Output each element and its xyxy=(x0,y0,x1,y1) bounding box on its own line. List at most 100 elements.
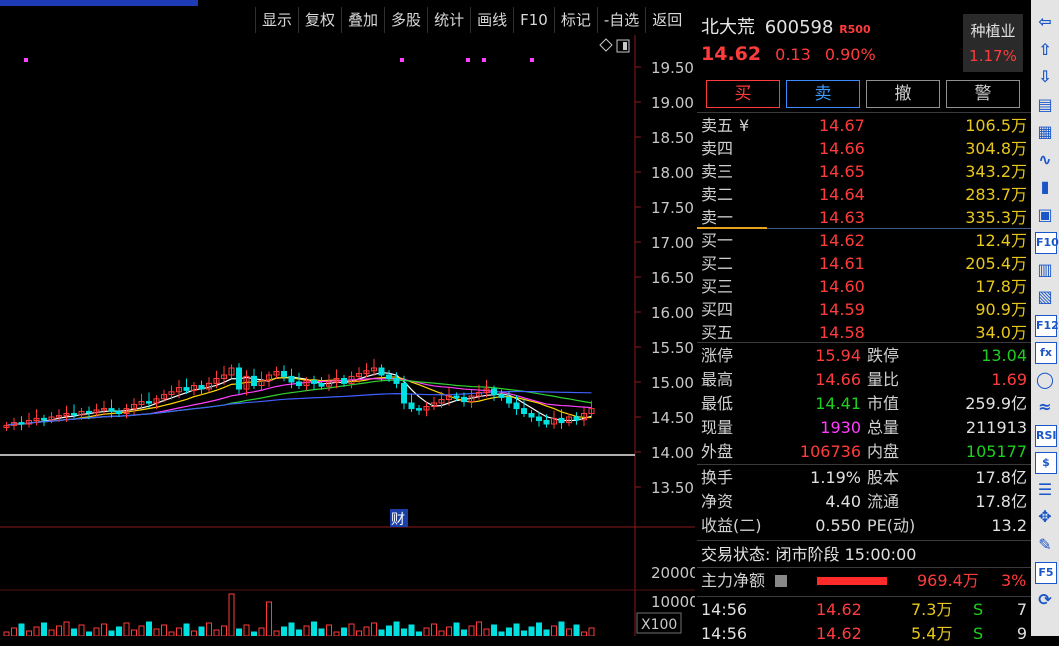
fundamentals-row[interactable]: 换手 1.19% 股本 17.8亿 xyxy=(701,466,1027,490)
tick-volume: 7.3万 xyxy=(911,600,953,619)
pulse-icon[interactable]: ≈ xyxy=(1035,397,1055,417)
candle-body xyxy=(491,388,497,396)
ask-volume: 343.2万 xyxy=(965,162,1027,181)
dollar-icon[interactable]: $ xyxy=(1035,452,1057,474)
toolbar-stats-button[interactable]: 统计 xyxy=(427,7,470,33)
candle-body xyxy=(198,385,205,390)
toolbar-f10-button[interactable]: F10 xyxy=(513,7,554,33)
fund-label: 收益(二) xyxy=(701,516,762,535)
event-marker-dot[interactable] xyxy=(400,58,404,62)
list-icon[interactable]: ☰ xyxy=(1035,480,1055,500)
candle-chart-icon[interactable]: ▮ xyxy=(1035,177,1055,197)
report-icon[interactable]: ▤ xyxy=(1035,95,1055,115)
sector-box[interactable]: 种植业 1.17% xyxy=(963,14,1023,72)
stats-row[interactable]: 外盘 106736 内盘 105177 xyxy=(701,440,1027,464)
move-icon[interactable]: ✥ xyxy=(1035,507,1055,527)
candle-body xyxy=(71,413,77,416)
grid-icon[interactable]: ▦ xyxy=(1035,122,1055,142)
volume-bar xyxy=(183,623,190,636)
tick-price: 14.62 xyxy=(816,624,862,643)
fx-icon[interactable]: fx xyxy=(1035,342,1057,364)
ask-row[interactable]: 卖四 14.66 304.8万 xyxy=(701,137,1027,161)
window-icon[interactable]: ▣ xyxy=(1035,205,1055,225)
back-arrow-icon[interactable]: ⇦ xyxy=(1035,12,1055,32)
volume-bar xyxy=(258,627,265,636)
ask-label: 卖五 xyxy=(701,116,734,135)
kline-chart[interactable]: 19.50 19.00 18.50 18.00 17.50 17.00 16.50 16.00… xyxy=(0,35,695,636)
bid-row[interactable]: 买四 14.59 90.9万 xyxy=(701,298,1027,322)
tick-row[interactable]: 14:56 14.62 5.4万 S 9 xyxy=(701,622,1027,646)
fundamentals-row[interactable]: 收益(二) 0.550 PE(动) 13.2 xyxy=(701,514,1027,538)
toolbar-display-button[interactable]: 显示 xyxy=(255,7,298,33)
ask-row[interactable]: 卖二 14.64 283.7万 xyxy=(701,183,1027,207)
cancel-order-button[interactable]: 撤 xyxy=(866,80,940,108)
main-flow-label: 主力净额 xyxy=(701,571,766,590)
stats-row[interactable]: 最高 14.66 量比 1.69 xyxy=(701,368,1027,392)
diamond-icon[interactable] xyxy=(599,38,613,52)
toolbar-draw-button[interactable]: 画线 xyxy=(470,7,513,33)
main-flow-row[interactable]: 主力净额 969.4万 3% xyxy=(701,569,1027,593)
toolbar-multi-stock-button[interactable]: 多股 xyxy=(384,7,427,33)
toolbar-remove-watchlist-button[interactable]: -自选 xyxy=(596,7,645,33)
bid-row[interactable]: 买一 14.62 12.4万 xyxy=(701,229,1027,253)
buy-button[interactable]: 买 xyxy=(706,80,780,108)
volume-bar xyxy=(123,622,130,636)
candle-body xyxy=(401,382,407,404)
toolbar-mark-button[interactable]: 标记 xyxy=(553,7,597,33)
pencil-icon[interactable]: ✎ xyxy=(1035,535,1055,555)
toolbar-overlay-button[interactable]: 叠加 xyxy=(341,7,384,33)
f5-icon[interactable]: F5 xyxy=(1035,562,1057,584)
stat-label: 内盘 xyxy=(867,442,900,461)
top-blue-strip xyxy=(0,0,198,6)
main-flow-bar xyxy=(817,577,887,585)
f10-icon[interactable]: F10 xyxy=(1035,232,1059,254)
event-marker-dot[interactable] xyxy=(530,58,534,62)
line-chart-icon[interactable]: ∿ xyxy=(1035,150,1055,170)
fund-label: 净资 xyxy=(701,492,734,511)
refresh-icon[interactable]: ⟳ xyxy=(1035,590,1055,610)
event-marker-dot[interactable] xyxy=(466,58,470,62)
kline-chart-area[interactable]: 19.50 19.00 18.50 18.00 17.50 17.00 16.50 16.00… xyxy=(0,35,695,636)
stat-label: 市值 xyxy=(867,394,900,413)
circle-icon[interactable]: ◯ xyxy=(1035,370,1055,390)
ask-row[interactable]: 卖五 ¥14.67 106.5万 xyxy=(701,114,1027,138)
bid-volume: 12.4万 xyxy=(975,231,1027,250)
bid-row[interactable]: 买二 14.61 205.4万 xyxy=(701,252,1027,276)
event-marker-dot[interactable] xyxy=(24,58,28,62)
bid-price: 14.62 xyxy=(819,231,865,250)
news-icon[interactable]: ▥ xyxy=(1035,260,1055,280)
rsi-icon[interactable]: RSI xyxy=(1035,424,1057,447)
panel-toggle-fill xyxy=(623,42,627,50)
main-flow-menu-icon[interactable] xyxy=(775,575,787,587)
ask-row[interactable]: 卖三 14.65 343.2万 xyxy=(701,160,1027,184)
event-marker-dot[interactable] xyxy=(482,58,486,62)
money-icon[interactable]: ▧ xyxy=(1035,287,1055,307)
stats-row[interactable]: 现量 1930 总量 211913 xyxy=(701,416,1027,440)
up-arrow-icon[interactable]: ⇧ xyxy=(1035,40,1055,60)
price-tick-label: 18.50 xyxy=(651,129,694,147)
tick-row[interactable]: 14:56 14.62 7.3万 S 7 xyxy=(701,598,1027,622)
sell-button[interactable]: 卖 xyxy=(786,80,860,108)
volume-bar xyxy=(483,628,490,636)
bid-row[interactable]: 买三 14.60 17.8万 xyxy=(701,275,1027,299)
alert-button[interactable]: 警 xyxy=(946,80,1020,108)
separator xyxy=(697,596,1031,597)
stat-value: 1.69 xyxy=(991,370,1027,389)
ask-volume: 106.5万 xyxy=(965,116,1027,135)
volume-bar xyxy=(318,628,325,636)
price-change-pct: 0.90% xyxy=(824,45,876,64)
volume-bar xyxy=(168,631,175,636)
volume-bar xyxy=(56,625,62,636)
stats-row[interactable]: 涨停 15.94 跌停 13.04 xyxy=(701,344,1027,368)
fundamentals-row[interactable]: 净资 4.40 流通 17.8亿 xyxy=(701,490,1027,514)
candle-body xyxy=(108,408,115,412)
bid-price: 14.61 xyxy=(819,254,865,273)
toolbar-back-button[interactable]: 返回 xyxy=(645,7,688,33)
toolbar-adjust-button[interactable]: 复权 xyxy=(298,7,341,33)
down-arrow-icon[interactable]: ⇩ xyxy=(1035,67,1055,87)
stats-row[interactable]: 最低 14.41 市值 259.9亿 xyxy=(701,392,1027,416)
volume-bar xyxy=(176,627,182,636)
volume-bar xyxy=(543,629,550,636)
ask-suffix: ¥ xyxy=(739,116,750,135)
f12-icon[interactable]: F12 xyxy=(1035,314,1059,337)
